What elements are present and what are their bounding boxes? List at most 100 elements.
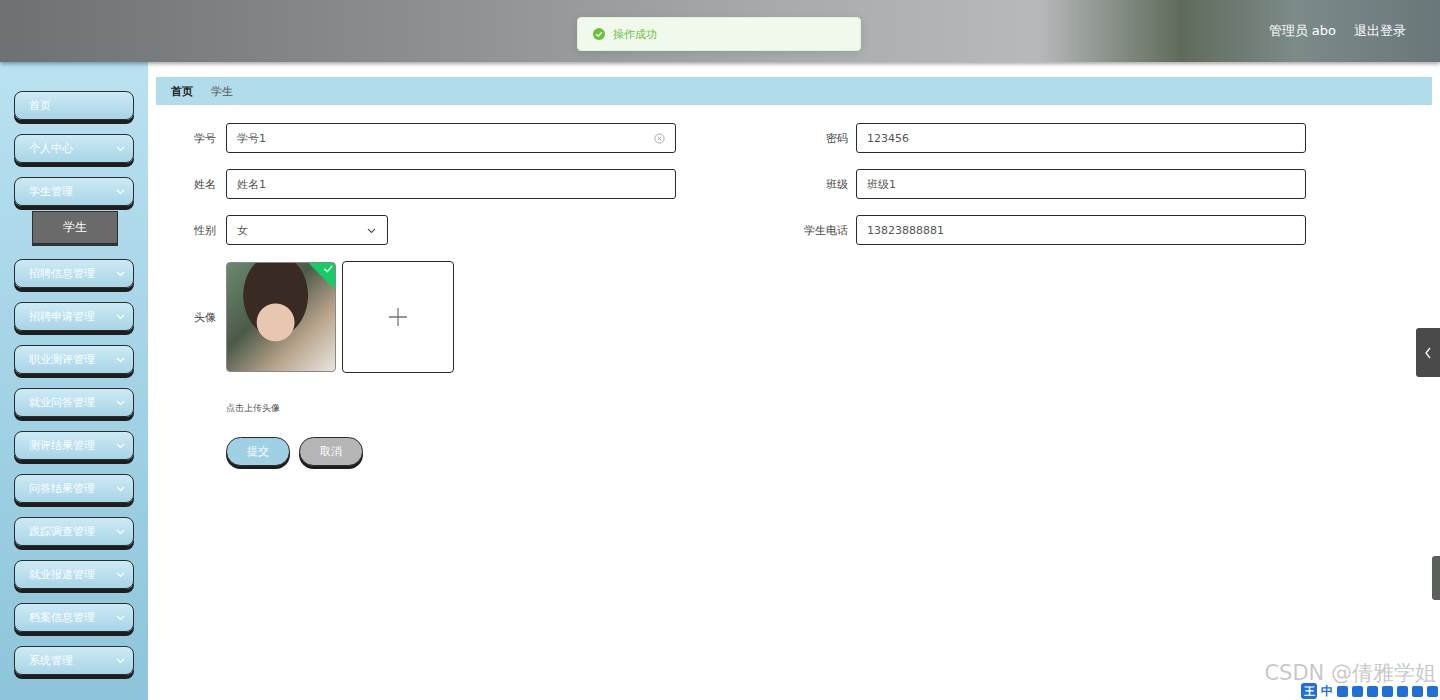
form-row: 学号 学号1 密码 123456	[166, 123, 1432, 153]
avatar-photo[interactable]	[226, 262, 336, 372]
chevron-down-icon	[116, 314, 125, 320]
field-label: 性别	[166, 223, 216, 238]
sidebar-label: 学生管理	[29, 184, 73, 199]
form-field: 学号 学号1	[166, 123, 676, 153]
field-label: 姓名	[166, 177, 216, 192]
field-value: 姓名1	[237, 177, 266, 192]
breadcrumb-item[interactable]: 首页	[171, 84, 193, 99]
form-field: 班级 班级1	[776, 169, 1306, 199]
sidebar-label: 就业报道管理	[29, 567, 95, 582]
field-value: 123456	[867, 132, 909, 145]
logout-link[interactable]: 退出登录	[1354, 22, 1406, 40]
sidebar-label: 招聘申请管理	[29, 309, 95, 324]
sidebar-item[interactable]: 系统管理	[14, 646, 134, 675]
sidebar-label: 就业问答管理	[29, 395, 95, 410]
sidebar-label: 档案信息管理	[29, 610, 95, 625]
chevron-down-icon	[116, 443, 125, 449]
sidebar-label: 跟踪调查管理	[29, 524, 95, 539]
ime-tool-icon[interactable]	[1382, 686, 1393, 697]
check-icon	[323, 265, 333, 273]
cancel-button[interactable]: 取消	[299, 437, 363, 466]
chevron-down-icon	[116, 400, 125, 406]
uploaded-badge	[307, 262, 336, 290]
form-field: 学生电话 13823888881	[776, 215, 1306, 245]
ime-tool-icon[interactable]	[1427, 686, 1438, 697]
sidebar-item[interactable]: 就业问答管理	[14, 388, 134, 417]
field-label: 学号	[166, 131, 216, 146]
form-field: 性别 女	[166, 215, 676, 245]
chevron-down-icon	[116, 486, 125, 492]
breadcrumb-item: 学生	[211, 84, 233, 99]
sidebar-item[interactable]: 就业报道管理	[14, 560, 134, 589]
button-label: 取消	[320, 444, 342, 459]
chevron-down-icon	[116, 658, 125, 664]
field-value: 女	[237, 223, 248, 238]
sidebar-item[interactable]: 职业测评管理	[14, 345, 134, 374]
form-row: 性别 女 学生电话 13823888881	[166, 215, 1432, 245]
sidebar-item[interactable]: 招聘信息管理	[14, 259, 134, 288]
sidebar-label: 系统管理	[29, 653, 73, 668]
sidebar-subitem[interactable]: 学生	[32, 211, 118, 244]
text-input[interactable]: 123456	[856, 123, 1306, 153]
field-label: 密码	[776, 131, 848, 146]
collapse-tab[interactable]	[1416, 328, 1440, 377]
watermark: CSDN @倩雅学姐	[1264, 659, 1436, 687]
success-toast: 操作成功	[577, 17, 861, 51]
ime-key[interactable]: 中	[1321, 683, 1333, 700]
sidebar-item[interactable]: 档案信息管理	[14, 603, 134, 632]
field-label: 学生电话	[776, 223, 848, 238]
avatar-row: 头像	[166, 261, 1432, 373]
chevron-down-icon	[116, 146, 125, 152]
sidebar-item[interactable]: 问答结果管理	[14, 474, 134, 503]
button-label: 提交	[247, 444, 269, 459]
form-field: 密码 123456	[776, 123, 1306, 153]
chevron-left-icon	[1424, 347, 1432, 359]
chevron-down-icon	[116, 357, 125, 363]
field-value: 学号1	[237, 131, 266, 146]
ime-tool-icon[interactable]	[1352, 686, 1363, 697]
submit-button[interactable]: 提交	[226, 437, 290, 466]
admin-name: 管理员 abo	[1269, 22, 1336, 40]
sidebar-item[interactable]: 招聘申请管理	[14, 302, 134, 331]
side-grip[interactable]	[1432, 556, 1440, 600]
sidebar: 首页个人中心学生管理学生招聘信息管理招聘申请管理职业测评管理就业问答管理测评结果…	[0, 62, 148, 700]
text-input[interactable]: 13823888881	[856, 215, 1306, 245]
field-label: 班级	[776, 177, 848, 192]
upload-box[interactable]	[342, 261, 454, 373]
sidebar-label: 招聘信息管理	[29, 266, 95, 281]
chevron-down-icon	[116, 572, 125, 578]
chevron-down-icon	[116, 529, 125, 535]
toast-text: 操作成功	[613, 27, 657, 42]
text-input[interactable]: 班级1	[856, 169, 1306, 199]
form-buttons: 提交 取消	[226, 437, 1432, 466]
field-value: 班级1	[867, 177, 896, 192]
ime-tool-icon[interactable]	[1367, 686, 1378, 697]
chevron-down-icon	[116, 189, 125, 195]
form-row: 姓名 姓名1 班级 班级1	[166, 169, 1432, 199]
text-input[interactable]: 姓名1	[226, 169, 676, 199]
chevron-down-icon	[116, 615, 125, 621]
success-icon	[593, 28, 605, 40]
clear-icon	[654, 133, 665, 144]
ime-toolbar: 王中	[1301, 683, 1438, 699]
form-field: 姓名 姓名1	[166, 169, 676, 199]
ime-key[interactable]: 王	[1301, 683, 1317, 699]
ime-tool-icon[interactable]	[1412, 686, 1423, 697]
breadcrumb: 首页 学生	[156, 77, 1432, 105]
ime-tool-icon[interactable]	[1397, 686, 1408, 697]
upload-hint: 点击上传头像	[226, 402, 1432, 415]
gender-select[interactable]: 女	[226, 215, 388, 245]
sidebar-item[interactable]: 跟踪调查管理	[14, 517, 134, 546]
sidebar-item[interactable]: 测评结果管理	[14, 431, 134, 460]
sidebar-item[interactable]: 首页	[14, 91, 134, 120]
page-body: 首页个人中心学生管理学生招聘信息管理招聘申请管理职业测评管理就业问答管理测评结果…	[0, 62, 1440, 700]
sidebar-label: 个人中心	[29, 141, 73, 156]
field-value: 13823888881	[867, 224, 944, 237]
plus-icon	[388, 307, 408, 327]
text-input[interactable]: 学号1	[226, 123, 676, 153]
ime-tool-icon[interactable]	[1337, 686, 1348, 697]
sidebar-item[interactable]: 学生管理	[14, 177, 134, 206]
sidebar-item[interactable]: 个人中心	[14, 134, 134, 163]
field-label: 头像	[166, 310, 216, 325]
main-content: 首页 学生学号 学号1 密码 123456 姓名 姓名1 班级 班级1 性别 女 学生电话 138238…	[148, 62, 1440, 700]
